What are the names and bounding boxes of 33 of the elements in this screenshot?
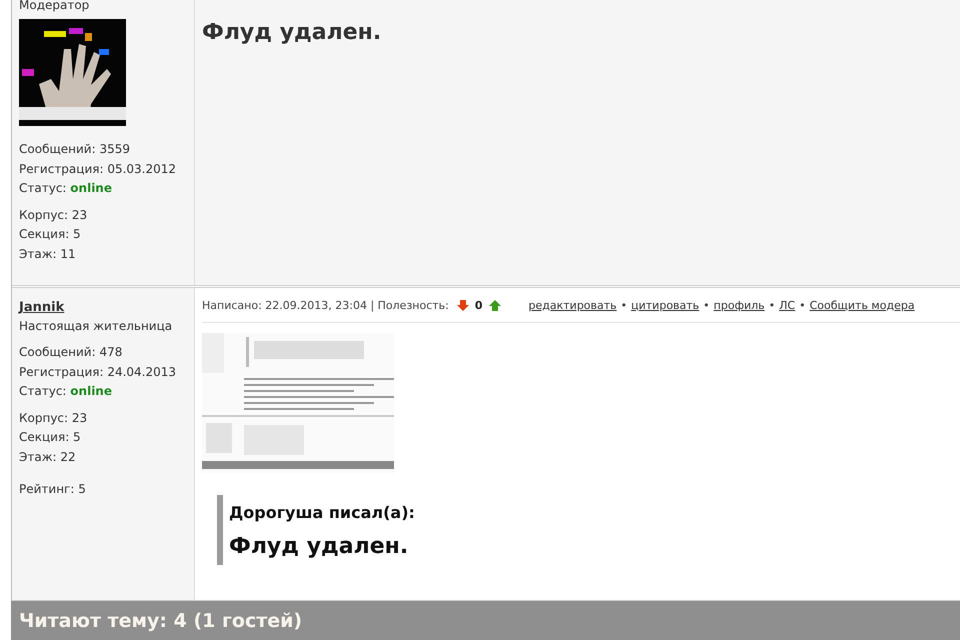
user-stat: Регистрация: 24.04.2013 bbox=[19, 364, 178, 380]
separator-dot: • bbox=[703, 298, 710, 312]
post-meta: Написано: 22.09.2013, 23:04 | Полезность: bbox=[202, 298, 449, 312]
post-action-link[interactable]: ЛС bbox=[779, 298, 796, 312]
user-stat: Сообщений: 478 bbox=[19, 344, 124, 361]
user-stat: Корпус: 23 bbox=[19, 410, 88, 426]
user-stat: Регистрация: 05.03.2012 bbox=[19, 160, 178, 178]
thumbs-down-arrow-icon[interactable] bbox=[456, 300, 469, 310]
separator-dot: • bbox=[620, 298, 628, 312]
footer-title: Читают тему: 4 (1 гостей) bbox=[19, 610, 302, 632]
user-rank: Настоящая жительница bbox=[19, 318, 174, 335]
user-status: Статус: online bbox=[19, 180, 113, 197]
quote-text: Флуд удален. bbox=[229, 534, 410, 559]
author-link[interactable]: Jannik bbox=[19, 298, 194, 317]
post-action-link[interactable]: Сообщить модера bbox=[810, 298, 915, 312]
quote-author: Дорогуша писал(а): bbox=[229, 503, 416, 522]
post-text: Флуд удален. bbox=[202, 20, 382, 45]
user-stat: Секция: 5 bbox=[19, 429, 82, 446]
user-stat: Этаж: 11 bbox=[19, 246, 77, 262]
user-stat: Рейтинг: 5 bbox=[19, 481, 87, 498]
post-action-link[interactable]: редактировать bbox=[528, 298, 617, 312]
user-stat: Корпус: 23 bbox=[19, 206, 88, 224]
up-arrow-icon[interactable] bbox=[488, 300, 501, 310]
user-stat: Этаж: 22 bbox=[19, 448, 77, 466]
separator-dot: • bbox=[799, 298, 806, 312]
user-status: Статус: online bbox=[19, 383, 113, 400]
user-stat: Сообщений: 3559 bbox=[19, 141, 131, 158]
user-rank: Модератор bbox=[19, 0, 90, 14]
user-stat: Секция: 5 bbox=[19, 226, 82, 243]
vote-count: 0 bbox=[474, 298, 483, 312]
post-action-link[interactable]: профиль bbox=[714, 298, 765, 312]
post-action-link[interactable]: цитировать bbox=[631, 298, 700, 312]
separator-dot: • bbox=[768, 298, 776, 312]
